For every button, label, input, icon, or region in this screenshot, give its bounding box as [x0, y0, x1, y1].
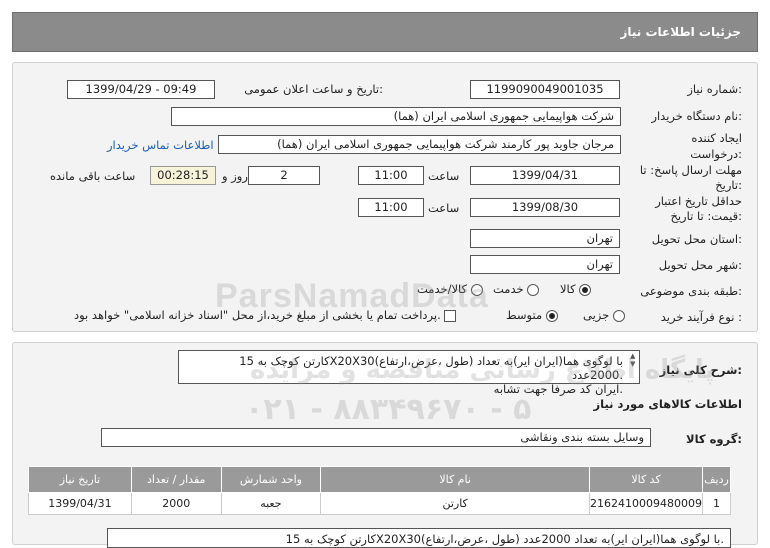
cell-quantity: 2000: [130, 492, 222, 515]
treasury-payment-option[interactable]: پرداخت تمام یا بخشی از مبلغ خرید،از محل …: [74, 308, 457, 322]
category-label: طبقه بندی موضوعی:: [640, 284, 742, 298]
validity-label: حداقل تاریخ اعتبار قیمت: تا تاریخ:: [655, 194, 742, 223]
cell-unit: جعبه: [220, 492, 322, 515]
radio-selected-icon[interactable]: [545, 309, 558, 322]
reply-time-field[interactable]: 11:00: [358, 166, 424, 185]
buyer-org-label: نام دستگاه خریدار:: [651, 109, 742, 123]
announce-field[interactable]: 1399/04/29 - 09:49: [67, 80, 215, 99]
category-option-goods[interactable]: کالا: [560, 282, 592, 296]
days-label: روز و: [222, 169, 248, 183]
city-label: شهر محل تحویل:: [658, 258, 742, 272]
cell-need-date: 1399/04/31: [28, 492, 132, 515]
goods-note-field[interactable]: کارتن کوچک به 15X20X30(طول ،عرض،ارتفاع) …: [107, 528, 731, 548]
table-header-row: ردیف کد کالا نام کالا واحد شمارش مقدار /…: [28, 466, 731, 493]
col-item-code: کد کالا: [589, 466, 704, 493]
need-number-field[interactable]: 1199090049001035: [470, 80, 620, 99]
creator-field[interactable]: مرجان جاوید پور کارمند شرکت هواپیمایی جم…: [218, 135, 621, 154]
table-row[interactable]: 1 2162410009480009 کارتن جعبه 2000 1399/…: [28, 492, 731, 515]
creator-label: ایجاد کننده درخواست:: [690, 131, 742, 161]
cell-item-name: کارتن: [320, 492, 591, 515]
reply-date-field[interactable]: 1399/04/31: [470, 166, 620, 185]
province-label: استان محل تحویل:: [651, 232, 742, 246]
remaining-label: ساعت باقی مانده: [50, 169, 136, 183]
category-option-both[interactable]: کالا/خدمت: [417, 282, 483, 296]
col-quantity: مقدار / تعداد: [130, 466, 222, 493]
goods-section-title: اطلاعات کالاهای مورد نیاز: [593, 397, 742, 411]
category-option-service[interactable]: خدمت: [493, 282, 540, 296]
cell-row-number: 1: [702, 492, 731, 515]
reply-time-label: ساعت: [428, 169, 460, 183]
city-field[interactable]: تهران: [470, 255, 620, 274]
summary-label: شرح کلی نیاز:: [659, 363, 742, 377]
validity-time-field[interactable]: 11:00: [358, 198, 424, 217]
summary-textarea[interactable]: کارتن کوچک به 15X20X30(طول ،عرض،ارتفاع) …: [178, 350, 640, 396]
validity-date-field[interactable]: 1399/08/30: [470, 198, 620, 217]
buyer-org-field[interactable]: شرکت هواپیمایی جمهوری اسلامی ایران (هما): [171, 107, 621, 126]
purchase-option-medium[interactable]: متوسط: [506, 308, 558, 322]
reply-deadline-label: مهلت ارسال پاسخ: تا تاریخ:: [639, 163, 742, 192]
province-field[interactable]: تهران: [470, 229, 620, 248]
goods-group-field[interactable]: وسایل بسته بندی ونقاشی: [101, 428, 651, 447]
radio-selected-icon[interactable]: [579, 283, 592, 296]
contact-buyer-link[interactable]: اطلاعات تماس خریدار: [107, 138, 214, 152]
col-item-name: نام کالا: [320, 466, 591, 493]
purchase-option-minor[interactable]: جزیی: [583, 308, 625, 322]
radio-icon[interactable]: [527, 283, 540, 296]
announce-label: تاریخ و ساعت اعلان عمومی:: [244, 82, 383, 96]
need-number-label: شماره نیاز:: [687, 82, 742, 96]
col-need-date: تاریخ نیاز: [28, 466, 132, 493]
page-title: جزئیات اطلاعات نیاز: [620, 25, 741, 39]
col-unit: واحد شمارش: [220, 466, 322, 493]
goods-group-label: گروه کالا:: [686, 432, 742, 446]
cell-item-code: 2162410009480009: [589, 492, 704, 515]
summary-line-1: کارتن کوچک به 15X20X30(طول ،عرض،ارتفاع) …: [239, 354, 623, 382]
scroll-arrows-icon[interactable]: ▲ ▼: [630, 352, 635, 368]
radio-icon[interactable]: [612, 309, 625, 322]
purchase-type-label: نوع فرآیند خرید :: [660, 310, 742, 324]
summary-line-2: ایران کد صرفا جهت تشابه.: [493, 382, 623, 396]
days-field[interactable]: 2: [248, 166, 320, 185]
goods-table: ردیف کد کالا نام کالا واحد شمارش مقدار /…: [28, 466, 731, 515]
remaining-time-field: 00:28:15: [150, 166, 216, 185]
checkbox-icon[interactable]: [444, 309, 457, 322]
page-header: جزئیات اطلاعات نیاز: [12, 12, 758, 52]
radio-icon[interactable]: [470, 283, 483, 296]
col-row-number: ردیف: [702, 466, 731, 493]
validity-time-label: ساعت: [428, 201, 460, 215]
